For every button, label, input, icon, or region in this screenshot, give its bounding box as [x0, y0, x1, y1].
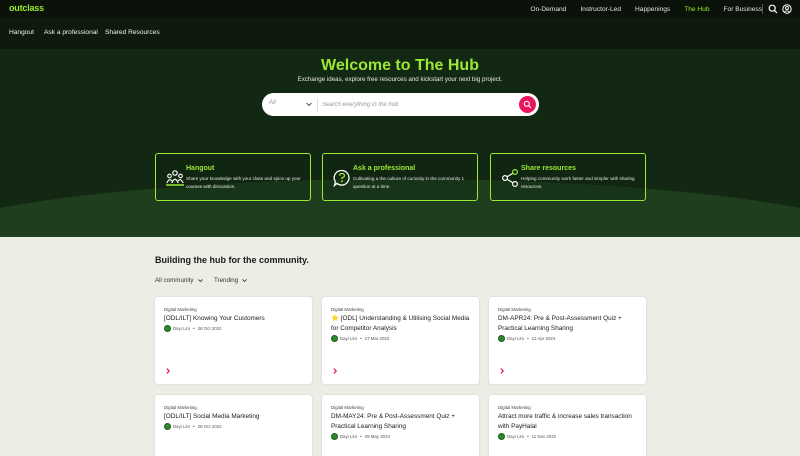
nav-on-demand[interactable]: On-Demand: [530, 6, 566, 13]
post-card[interactable]: Digital Marketing Attract more traffic &…: [489, 395, 646, 456]
post-date: 28 Oct 2022: [197, 424, 222, 429]
feature-card-hangout[interactable]: Hangout Share your knowledge with your c…: [155, 153, 311, 201]
post-meta: Dayi Lim • 27 Mar 2023: [331, 335, 389, 342]
filter-trending[interactable]: Trending: [214, 277, 248, 284]
feature-card-ask-professional[interactable]: Ask a professional Cultivating a the cul…: [322, 153, 478, 201]
nav-for-business[interactable]: For Business: [724, 6, 762, 13]
post-date: 12 Apr 2024: [531, 336, 556, 341]
post-meta: Dayi Lim • 11 Nov 2022: [498, 433, 556, 440]
people-icon: [166, 170, 184, 186]
hero-section: Welcome to The Hub Exchange ideas, explo…: [0, 49, 800, 237]
search-icon[interactable]: [768, 4, 778, 14]
post-author: Dayi Lim: [340, 336, 358, 341]
post-meta: Dayi Lim • 28 Oct 2022: [164, 423, 222, 430]
post-author: Dayi Lim: [507, 336, 525, 341]
avatar: [164, 325, 171, 332]
subnav-hangout[interactable]: Hangout: [9, 29, 34, 36]
post-category: Digital Marketing: [164, 405, 197, 410]
post-card[interactable]: Digital Marketing ⭐ [ODL] Understanding …: [322, 297, 479, 384]
feature-title: Share resources: [521, 165, 576, 172]
user-icon[interactable]: [782, 4, 792, 14]
feature-title: Hangout: [186, 165, 215, 172]
search-bar: All: [262, 93, 539, 116]
chevron-down-icon: [197, 279, 203, 283]
top-navbar: outclass On-Demand Instructor-Led Happen…: [0, 0, 800, 18]
post-title: [ODL/ILT] Knowing Your Customers: [164, 315, 265, 322]
meta-separator: •: [360, 434, 362, 439]
chevron-right-icon[interactable]: [498, 367, 506, 375]
post-author: Dayi Lim: [340, 434, 358, 439]
avatar: [331, 433, 338, 440]
chevron-down-icon[interactable]: [304, 99, 314, 109]
meta-separator: •: [360, 336, 362, 341]
post-title: [ODL/ILT] Social Media Marketing: [164, 413, 260, 420]
post-author: Dayi Lim: [173, 326, 191, 331]
chevron-down-icon: [242, 279, 248, 283]
post-date: 28 Oct 2022: [197, 326, 222, 331]
post-date: 27 Mar 2023: [364, 336, 390, 341]
hub-sub-navbar: Hangout Ask a professional Shared Resour…: [0, 18, 800, 49]
filter-all-community[interactable]: All community: [155, 277, 204, 284]
meta-separator: •: [527, 434, 529, 439]
feature-card-share-resources[interactable]: Share resources Helping community work f…: [490, 153, 646, 201]
post-category: Digital Marketing: [164, 307, 197, 312]
post-category: Digital Marketing: [498, 405, 531, 410]
post-category: Digital Marketing: [498, 307, 531, 312]
post-date: 09 May 2024: [364, 434, 391, 439]
feature-description: Helping community work faster and simple…: [521, 176, 635, 189]
outclass-logo[interactable]: outclass: [9, 3, 44, 13]
meta-separator: •: [527, 336, 529, 341]
nav-divider: [762, 4, 763, 14]
post-author: Dayi Lim: [173, 424, 191, 429]
post-card[interactable]: Digital Marketing [ODL/ILT] Knowing Your…: [155, 297, 312, 384]
chevron-right-icon[interactable]: [331, 367, 339, 375]
post-title: Attract more traffic & increase sales tr…: [498, 413, 632, 430]
post-title: DM-APR24: Pre & Post-Assessment Quiz + P…: [498, 315, 622, 332]
search-input[interactable]: [322, 98, 512, 111]
avatar: [498, 433, 505, 440]
question-bubble-icon: [333, 169, 350, 188]
post-meta: Dayi Lim • 28 Oct 2022: [164, 325, 222, 332]
post-title: ⭐ [ODL] Understanding & Utilising Social…: [331, 315, 470, 332]
feature-title: Ask a professional: [353, 165, 416, 172]
post-card[interactable]: Digital Marketing [ODL/ILT] Social Media…: [155, 395, 312, 456]
avatar: [331, 335, 338, 342]
community-section-title: Building the hub for the community.: [155, 255, 309, 265]
subnav-ask-professional[interactable]: Ask a professional: [44, 29, 98, 36]
search-scope-select[interactable]: All: [269, 100, 276, 106]
post-card[interactable]: Digital Marketing DM-MAY24: Pre & Post-A…: [322, 395, 479, 456]
search-divider: [317, 98, 318, 111]
nav-happenings[interactable]: Happenings: [635, 6, 670, 13]
top-nav-links: On-Demand Instructor-Led Happenings The …: [516, 0, 762, 18]
avatar: [164, 423, 171, 430]
subnav-shared-resources[interactable]: Shared Resources: [105, 29, 160, 36]
filter-label: Trending: [214, 277, 239, 284]
filter-label: All community: [155, 277, 194, 284]
post-category: Digital Marketing: [331, 405, 364, 410]
nav-instructor-led[interactable]: Instructor-Led: [580, 6, 621, 13]
search-icon: [523, 100, 532, 109]
post-author: Dayi Lim: [507, 434, 525, 439]
nav-the-hub[interactable]: The Hub: [684, 6, 709, 13]
post-meta: Dayi Lim • 12 Apr 2024: [498, 335, 555, 342]
chevron-right-icon[interactable]: [164, 367, 172, 375]
post-title: DM-MAY24: Pre & Post-Assessment Quiz + P…: [331, 413, 456, 430]
avatar: [498, 335, 505, 342]
meta-separator: •: [193, 326, 195, 331]
hero-title: Welcome to The Hub: [321, 57, 479, 74]
post-category: Digital Marketing: [331, 307, 364, 312]
post-meta: Dayi Lim • 09 May 2024: [331, 433, 390, 440]
share-icon: [501, 168, 519, 188]
post-date: 11 Nov 2022: [531, 434, 557, 439]
feature-description: Share your knowledge with your class and…: [186, 176, 301, 189]
search-button[interactable]: [519, 96, 536, 113]
post-card[interactable]: Digital Marketing DM-APR24: Pre & Post-A…: [489, 297, 646, 384]
hero-subtitle: Exchange ideas, explore free resources a…: [297, 76, 503, 83]
meta-separator: •: [193, 424, 195, 429]
feature-description: Cultivating a the culture of curiosity i…: [353, 176, 465, 189]
